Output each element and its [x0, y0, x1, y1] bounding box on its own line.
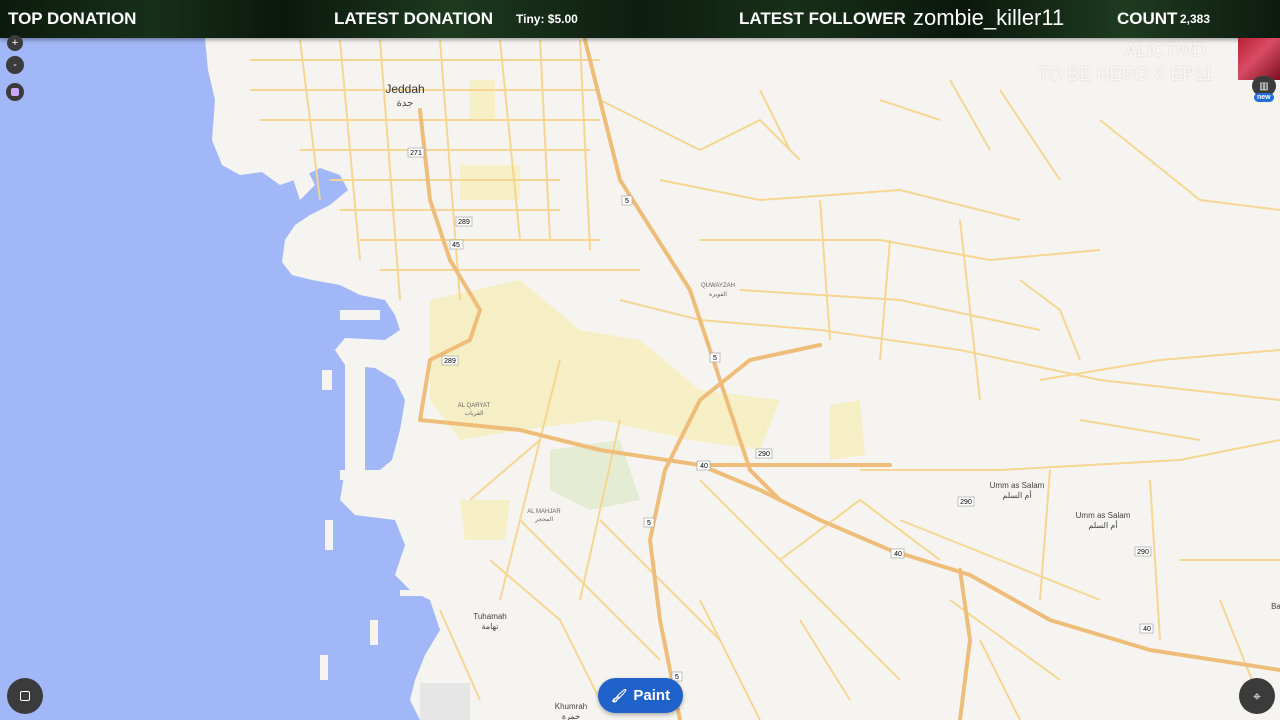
overlay-title-line2: TO BE HERO X EP11	[1038, 64, 1214, 84]
crosshair-icon: ⌖	[1253, 687, 1261, 704]
road-shield: 5	[621, 195, 633, 206]
svg-text:5: 5	[647, 520, 651, 527]
svg-text:45: 45	[452, 242, 460, 249]
road-shield: 290	[957, 496, 975, 507]
label-al-mahjar: AL MAHJAR	[527, 509, 561, 515]
road-shield: 5	[709, 352, 721, 363]
svg-text:289: 289	[458, 219, 470, 226]
svg-text:40: 40	[700, 463, 708, 470]
paint-button-label: Paint	[633, 687, 671, 704]
road-shield: 271	[407, 147, 425, 158]
label-umm-as-salam-1-ar: أم السلم	[1002, 489, 1031, 500]
latest-follower-value: zombie_killer11	[913, 5, 1065, 30]
road-shield: 5	[643, 517, 655, 528]
stream-overlay-bar: TOP DONATION LATEST DONATION Tiny: $5.00…	[0, 0, 1280, 38]
brush-icon: 🖌	[610, 687, 628, 703]
label-jeddah-ar: جدة	[397, 98, 414, 109]
label-tuhamah: Tuhamah	[473, 612, 507, 621]
road-shield: 40	[696, 460, 711, 471]
locate-button[interactable]: ⌖	[1239, 678, 1275, 714]
label-quwayzah-ar: القويزة	[709, 291, 727, 298]
svg-text:290: 290	[758, 451, 770, 458]
label-quwayzah: QUWAYZAH	[701, 283, 735, 289]
label-umm-as-salam-2-ar: أم السلم	[1088, 519, 1117, 530]
latest-donation-value: Tiny: $5.00	[516, 12, 578, 26]
road-shield: 289	[455, 216, 473, 227]
label-al-qaryat-ar: القريات	[465, 410, 484, 417]
latest-donation-label: LATEST DONATION	[334, 9, 493, 28]
top-donation-label: TOP DONATION	[8, 9, 137, 28]
panel-icon	[20, 691, 30, 701]
svg-text:40: 40	[894, 551, 902, 558]
latest-follower-label: LATEST FOLLOWER	[739, 9, 906, 28]
road-shield: 290	[755, 448, 773, 459]
overlay-title-line1: ALICTWD	[1125, 40, 1206, 60]
plus-icon: +	[11, 37, 19, 49]
svg-text:290: 290	[960, 499, 972, 506]
zoom-out-button[interactable]: -	[6, 56, 24, 74]
twitch-icon	[11, 88, 19, 96]
label-al-qaryat: AL QARYAT	[458, 403, 491, 409]
label-khumrah-ar: خمرة	[562, 712, 580, 720]
menu-button[interactable]	[7, 678, 43, 714]
road-shield: 289	[441, 355, 459, 366]
paint-button[interactable]: 🖌 Paint	[598, 678, 683, 713]
count-label: COUNT	[1117, 9, 1178, 28]
label-khumrah: Khumrah	[555, 702, 587, 711]
svg-text:271: 271	[410, 150, 422, 157]
road-shield: 290	[1134, 546, 1152, 557]
svg-text:5: 5	[625, 198, 629, 205]
label-al-mahjar-ar: المحجر	[534, 516, 553, 523]
road-shield: 40	[1139, 623, 1154, 634]
label-umm-as-salam-1: Umm as Salam	[990, 481, 1045, 490]
avatar	[1238, 38, 1280, 80]
grey-block	[420, 683, 470, 720]
road-shield: 40	[890, 548, 905, 559]
bar-chart-icon: ▥	[1259, 80, 1269, 92]
twitch-button[interactable]	[6, 83, 24, 101]
map-canvas[interactable]: 271 289 45 5 289 5 40 290 5 290 40 290 4…	[0, 0, 1280, 720]
label-tuhamah-ar: تهامة	[482, 622, 499, 631]
road-shield: 45	[449, 239, 464, 250]
svg-text:290: 290	[1137, 549, 1149, 556]
svg-text:5: 5	[713, 355, 717, 362]
svg-text:40: 40	[1143, 626, 1151, 633]
label-edge: Ba	[1271, 602, 1280, 611]
label-umm-as-salam-2: Umm as Salam	[1076, 511, 1131, 520]
zoom-in-button[interactable]: +	[7, 35, 23, 51]
count-value: 2,383	[1180, 12, 1211, 26]
new-badge: new	[1254, 93, 1274, 102]
label-jeddah: Jeddah	[385, 82, 424, 96]
svg-text:289: 289	[444, 358, 456, 365]
minus-icon: -	[13, 59, 17, 71]
svg-text:5: 5	[675, 674, 679, 681]
